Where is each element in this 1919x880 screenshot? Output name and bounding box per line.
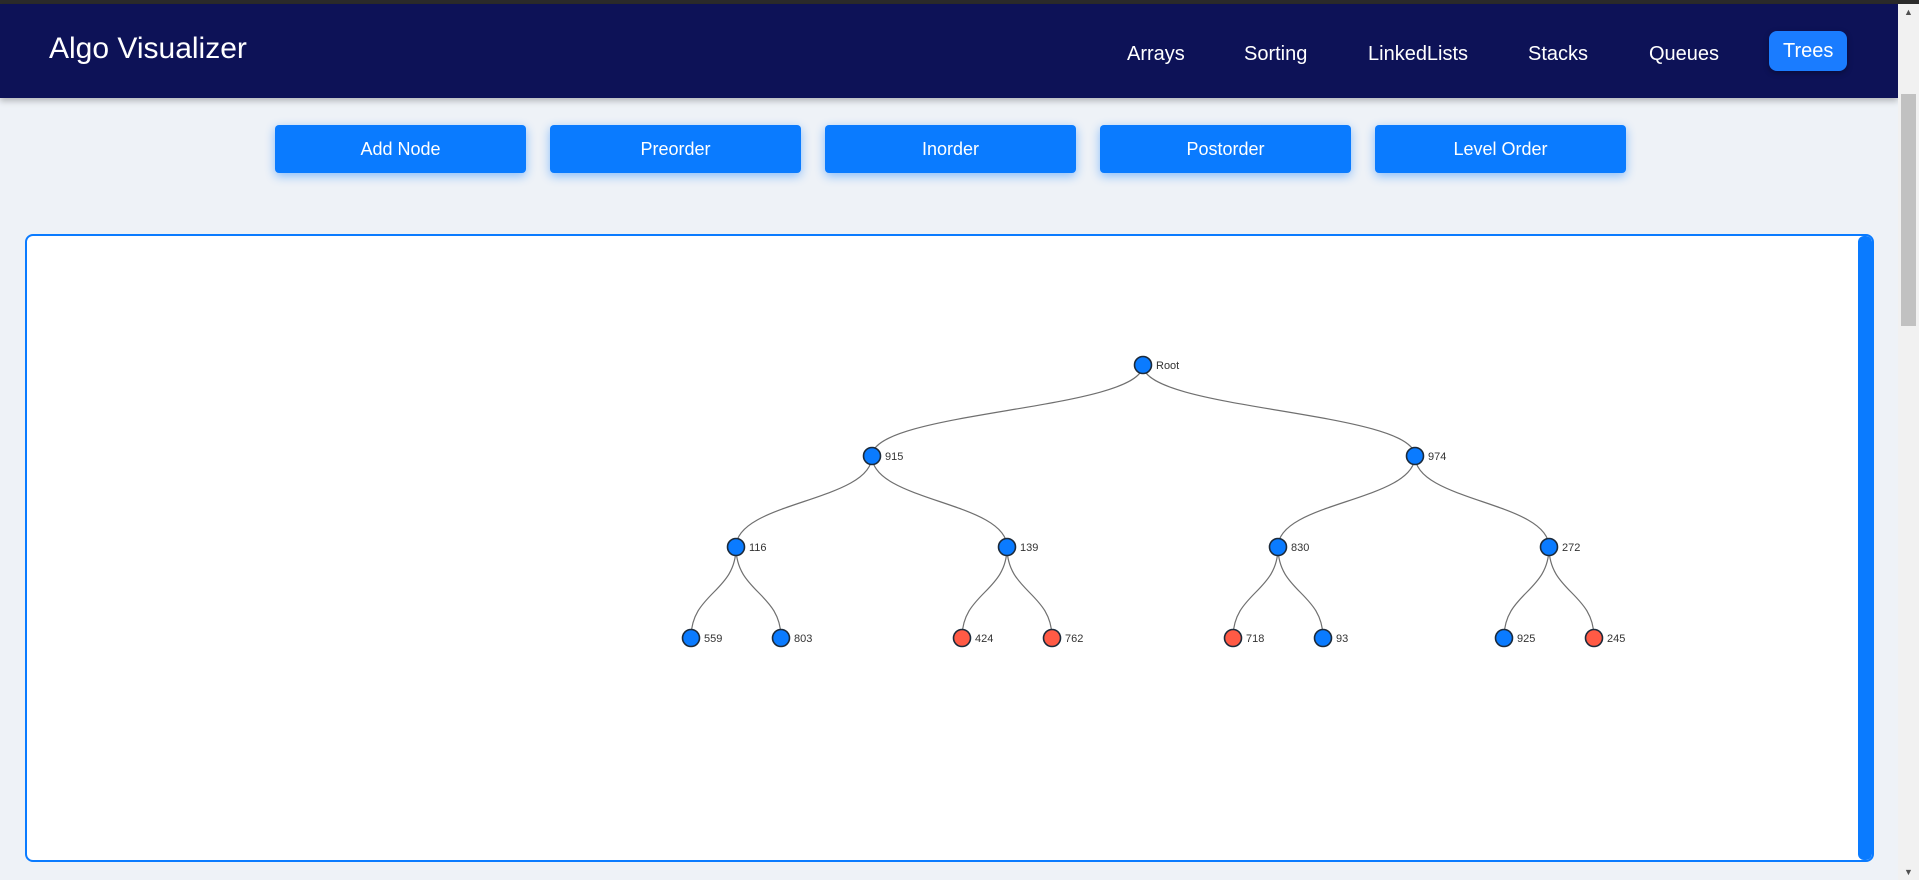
- add-node-button[interactable]: Add Node: [275, 125, 526, 173]
- tree-edge: [961, 546, 1008, 639]
- tree-node-n424[interactable]: [952, 628, 972, 648]
- app-title[interactable]: Algo Visualizer: [49, 32, 247, 66]
- tree-edge: [690, 546, 737, 639]
- tree-edge: [735, 546, 782, 639]
- tree-node-label: 116: [749, 542, 767, 554]
- tree-node-n139[interactable]: [997, 537, 1017, 557]
- tree-edge: [871, 364, 1144, 457]
- page-scrollbar[interactable]: ▲ ▼: [1898, 4, 1919, 880]
- tree-node-label: 762: [1065, 633, 1083, 645]
- tree-node-label: 803: [794, 633, 812, 645]
- tree-edge: [1414, 455, 1550, 548]
- tree-node-n272[interactable]: [1539, 537, 1559, 557]
- tree-node-label: 424: [975, 633, 993, 645]
- tree-node-n803[interactable]: [771, 628, 791, 648]
- tree-edge: [1277, 455, 1416, 548]
- canvas-scrollbar[interactable]: [1858, 236, 1872, 860]
- nav-link-sorting[interactable]: Sorting: [1244, 38, 1307, 70]
- tree-node-n762[interactable]: [1042, 628, 1062, 648]
- tree-edge: [1232, 546, 1279, 639]
- tree-edge: [1277, 546, 1324, 639]
- tree-node-n974[interactable]: [1405, 446, 1425, 466]
- tree-node-label: 974: [1428, 451, 1446, 463]
- tree-node-label: 718: [1246, 633, 1264, 645]
- tree-node-label: 93: [1336, 633, 1348, 645]
- tree-diagram: Root 915 974 116 139 830 272 559 803 424 762 718 93 9…: [681, 355, 1625, 648]
- nav-link-trees[interactable]: Trees: [1769, 31, 1848, 71]
- tree-canvas: Root 915 974 116 139 830 272 559 803 424 762 718 93 9…: [25, 234, 1874, 862]
- tree-node-label: Root: [1156, 360, 1179, 372]
- tree-edge: [735, 455, 873, 548]
- nav-link-stacks[interactable]: Stacks: [1528, 38, 1588, 70]
- tree-node-label: 272: [1562, 542, 1580, 554]
- tree-node-label: 915: [885, 451, 903, 463]
- tree-node-label: 559: [704, 633, 722, 645]
- tree-edge: [1503, 546, 1550, 639]
- tree-node-n245[interactable]: [1584, 628, 1604, 648]
- tree-node-n116[interactable]: [726, 537, 746, 557]
- tree-node-n718[interactable]: [1223, 628, 1243, 648]
- tree-node-n559[interactable]: [681, 628, 701, 648]
- tree-edge: [871, 455, 1008, 548]
- page-scrollbar-thumb[interactable]: [1901, 94, 1916, 326]
- tree-node-root[interactable]: [1133, 355, 1153, 375]
- scroll-down-arrow-icon[interactable]: ▼: [1898, 864, 1919, 880]
- scroll-up-arrow-icon[interactable]: ▲: [1898, 4, 1919, 20]
- postorder-button[interactable]: Postorder: [1100, 125, 1351, 173]
- tree-node-n830[interactable]: [1268, 537, 1288, 557]
- level-order-button[interactable]: Level Order: [1375, 125, 1626, 173]
- navbar: Algo Visualizer Arrays Sorting LinkedLis…: [0, 4, 1898, 98]
- tree-node-label: 925: [1517, 633, 1535, 645]
- nav-link-linkedlists[interactable]: LinkedLists: [1368, 38, 1468, 70]
- tree-node-label: 139: [1020, 542, 1038, 554]
- tree-node-n925[interactable]: [1494, 628, 1514, 648]
- nav-link-arrays[interactable]: Arrays: [1127, 38, 1185, 70]
- preorder-button[interactable]: Preorder: [550, 125, 801, 173]
- tree-node-n93[interactable]: [1313, 628, 1333, 648]
- inorder-button[interactable]: Inorder: [825, 125, 1076, 173]
- tree-edge: [1548, 546, 1595, 639]
- tree-node-label: 830: [1291, 542, 1309, 554]
- tree-edge: [1142, 364, 1416, 457]
- tree-edge: [1006, 546, 1053, 639]
- tree-node-n915[interactable]: [862, 446, 882, 466]
- tree-node-label: 245: [1607, 633, 1625, 645]
- nav-link-queues[interactable]: Queues: [1649, 38, 1719, 70]
